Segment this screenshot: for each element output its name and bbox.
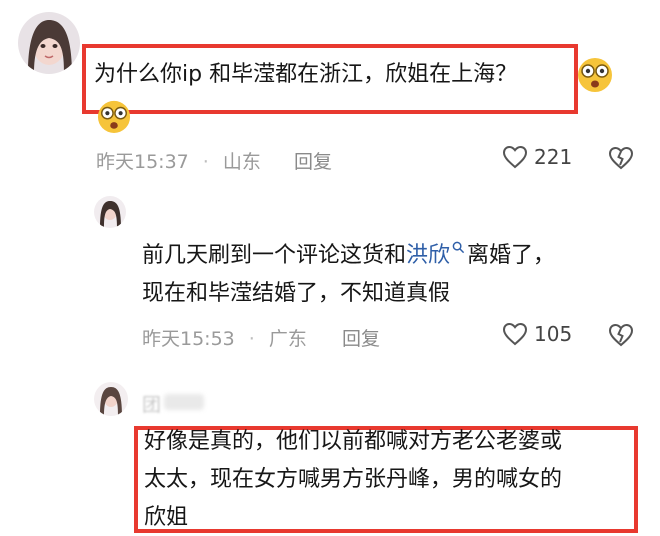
comment-meta: 昨天15:53 · 广东 [142,324,321,351]
comment-time: 昨天15:37 [96,151,189,173]
reply-button[interactable]: 回复 [342,324,380,351]
comment-location: 山东 [222,151,261,173]
avatar[interactable] [94,196,126,228]
heart-icon [502,145,528,169]
search-icon [452,241,465,253]
reply-button[interactable]: 回复 [294,147,332,174]
comment-text-part: 前几天刷到一个评论这货和 [142,243,407,268]
meta-separator: · [202,151,209,173]
comment-text-part: 离婚了， [467,243,556,268]
like-count: 105 [534,322,573,346]
broken-heart-icon[interactable] [608,146,634,170]
comment-text: 太太，现在女方喊男方张丹峰，男的喊女的 [144,467,563,492]
comment-location: 广东 [268,328,307,350]
commenter-nickname: 团 [142,394,162,416]
broken-heart-icon[interactable] [608,323,634,347]
comment-text: 欣姐 [144,505,189,530]
shocked-emoji-icon [97,100,131,133]
like-button[interactable]: 221 [502,145,572,169]
comment-text: 前几天刷到一个评论这货和洪欣 离婚了， [142,238,555,274]
comment-time: 昨天15:53 [142,328,235,350]
comment-text: 为什么你ip 和毕滢都在浙江，欣姐在上海？ [94,62,518,87]
like-count: 221 [534,145,573,169]
comment-meta: 昨天15:37 · 山东 [96,147,275,174]
search-link-label: 洪欣 [406,243,451,268]
avatar[interactable] [18,12,80,74]
avatar[interactable] [94,382,128,416]
comment-text: 现在和毕滢结婚了，不知道真假 [142,281,451,306]
search-link[interactable]: 洪欣 [406,241,467,268]
like-button[interactable]: 105 [502,322,572,346]
shocked-emoji-icon [578,58,612,92]
heart-icon [502,322,528,346]
comment-text: 好像是真的，他们以前都喊对方老公老婆或 [144,429,563,454]
nickname-blur [164,394,204,410]
meta-separator: · [248,328,255,350]
